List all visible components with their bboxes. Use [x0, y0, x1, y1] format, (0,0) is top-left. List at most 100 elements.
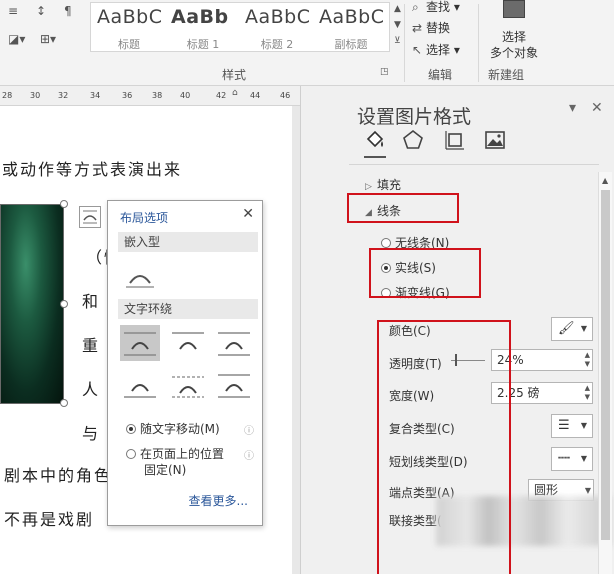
edit-group-label: 编辑 [428, 68, 453, 82]
wrap-front-option[interactable] [214, 367, 254, 403]
spinner-icon[interactable]: ▲ ▼ [585, 351, 590, 369]
replace-icon: ⇄ [412, 21, 423, 35]
pane-title: 设置图片格式 [357, 106, 472, 128]
selected-picture[interactable] [0, 204, 64, 404]
style-heading-2[interactable]: AaBbC 标题 2 [241, 3, 313, 53]
annotation-box-solid-line [369, 248, 481, 298]
wrap-section-header: 文字环绕 [118, 299, 258, 319]
compound-type-dropdown[interactable]: ☰ ▼ [551, 414, 593, 438]
dash-type-dropdown[interactable]: ┅┅ ▼ [551, 447, 593, 471]
style-sample: AaBbC [245, 6, 311, 28]
fix-position-label-2: 固定(N) [144, 463, 187, 477]
wrap-behind-option[interactable] [168, 367, 208, 403]
cursor-icon: ↖ [412, 43, 423, 57]
active-tab-indicator [364, 156, 386, 158]
picture-icon [485, 131, 505, 149]
select-button[interactable]: ↖ 选择 ▾ [412, 41, 460, 58]
wrap-front-icon [218, 374, 250, 398]
pane-options-icon[interactable]: ▾ [569, 100, 576, 116]
style-label: 标题 [118, 38, 140, 51]
fix-position-radio[interactable]: 在页面上的位置 [126, 445, 224, 462]
wrap-inline-icon [126, 275, 154, 288]
doc-text-line: 与 [82, 424, 101, 443]
wrap-inline-option[interactable] [120, 257, 160, 293]
shading-icon[interactable]: ◪▾ [8, 32, 25, 46]
scroll-thumb[interactable] [601, 190, 610, 540]
paint-bucket-icon [366, 130, 384, 148]
doc-text-line: 或动作等方式表演出来 [2, 160, 183, 179]
wrap-tight-icon [172, 332, 204, 350]
layout-properties-tab[interactable] [443, 128, 467, 152]
popup-title: 布局选项 [120, 211, 169, 225]
doc-text-line: 人 [82, 380, 101, 399]
style-sample: AaBb [171, 6, 229, 28]
styles-gallery[interactable]: AaBbC 标题 AaBb 标题 1 AaBbC 标题 2 AaBbC 副标题 [90, 2, 390, 52]
group-divider [404, 4, 405, 82]
wrap-tight-option[interactable] [168, 325, 208, 361]
find-button[interactable]: ⌕ 查找 ▾ [412, 0, 460, 15]
see-more-link[interactable]: 查看更多... [189, 492, 248, 509]
pane-divider [349, 164, 599, 165]
align-left-icon[interactable]: ≡ [8, 4, 18, 18]
doc-text-line: 剧本中的角色 [4, 466, 113, 485]
radio-dot [381, 238, 391, 248]
compound-lines-icon: ☰ [558, 418, 570, 433]
wrap-top-bottom-option[interactable] [120, 367, 160, 403]
gallery-more-icon[interactable]: ⊻ [394, 36, 401, 46]
style-title[interactable]: AaBbC 标题 [93, 3, 165, 53]
styles-launcher-icon[interactable]: ◳ [380, 67, 389, 77]
pen-color-icon: 🖌 [558, 321, 575, 336]
ribbon: ≡ ↕ ¶ ◪▾ ⊞▾ AaBbC 标题 AaBb 标题 1 AaBbC 标题 … [0, 0, 614, 86]
pane-scrollbar[interactable]: ▲ [598, 172, 612, 574]
spinner-icon[interactable]: ▲ ▼ [585, 384, 590, 402]
line-color-dropdown[interactable]: 🖌 ▼ [551, 317, 593, 341]
style-sample: AaBbC [319, 6, 385, 28]
style-label: 标题 2 [260, 38, 294, 51]
gallery-up-icon[interactable]: ▲ [394, 4, 401, 14]
wrap-through-option[interactable] [214, 325, 254, 361]
indent-marker-icon[interactable]: ⌂ [232, 88, 238, 98]
info-icon: ⓘ [244, 451, 254, 462]
doc-text-line: 不再是戏剧 [4, 510, 95, 529]
search-icon: ⌕ [412, 0, 419, 14]
show-marks-icon[interactable]: ¶ [64, 4, 72, 18]
wrap-square-option[interactable] [120, 325, 160, 361]
style-label: 副标题 [334, 38, 368, 51]
radio-dot [126, 449, 136, 459]
sort-icon[interactable]: ↕ [36, 4, 46, 18]
layout-options-button[interactable] [79, 206, 101, 228]
chevron-down-icon: ▼ [580, 421, 587, 430]
doc-text-line: 和 [82, 292, 101, 311]
format-picture-pane: 设置图片格式 ▾ ✕ ▷ 填充 ◢ 线条 无线条(N) 实线(S) 渐变线(G) 颜… [300, 86, 614, 574]
select-multiple-objects-button[interactable]: 选择 多个对象 [484, 0, 544, 62]
annotation-box-line-section [347, 193, 459, 223]
gallery-down-icon[interactable]: ▼ [394, 20, 401, 30]
close-icon[interactable]: ✕ [591, 100, 603, 116]
effects-tab[interactable] [401, 128, 425, 152]
wrap-top-bottom-icon [124, 384, 156, 398]
wrap-through-icon [218, 332, 250, 356]
resize-handle[interactable] [60, 399, 68, 407]
info-icon: ⓘ [244, 426, 254, 437]
picture-tab[interactable] [483, 128, 507, 152]
style-label: 标题 1 [186, 38, 220, 51]
horizontal-ruler[interactable]: 28 30 32 34 36 38 40 42 44 46 ⌂ [0, 86, 300, 106]
wrap-square-icon [124, 332, 156, 356]
close-icon[interactable]: ✕ [242, 206, 254, 222]
move-with-text-radio[interactable]: 随文字移动(M) [126, 420, 220, 437]
fill-line-tab[interactable] [363, 128, 387, 152]
doc-text-line: 重 [82, 336, 101, 355]
scroll-up-icon[interactable]: ▲ [602, 176, 608, 185]
style-subtitle[interactable]: AaBbC 副标题 [315, 3, 387, 53]
style-heading-1[interactable]: AaBb 标题 1 [167, 3, 239, 53]
resize-handle[interactable] [60, 300, 68, 308]
style-sample: AaBbC [97, 6, 163, 28]
replace-button[interactable]: ⇄ 替换 [412, 19, 450, 36]
fill-section-toggle[interactable]: ▷ 填充 [365, 176, 401, 193]
new-group-label: 新建组 [488, 68, 525, 82]
styles-group-label: 样式 [222, 68, 247, 82]
borders-icon[interactable]: ⊞▾ [40, 32, 56, 46]
chevron-down-icon: ▼ [580, 454, 587, 463]
resize-handle[interactable] [60, 200, 68, 208]
annotation-box-properties [377, 320, 511, 574]
